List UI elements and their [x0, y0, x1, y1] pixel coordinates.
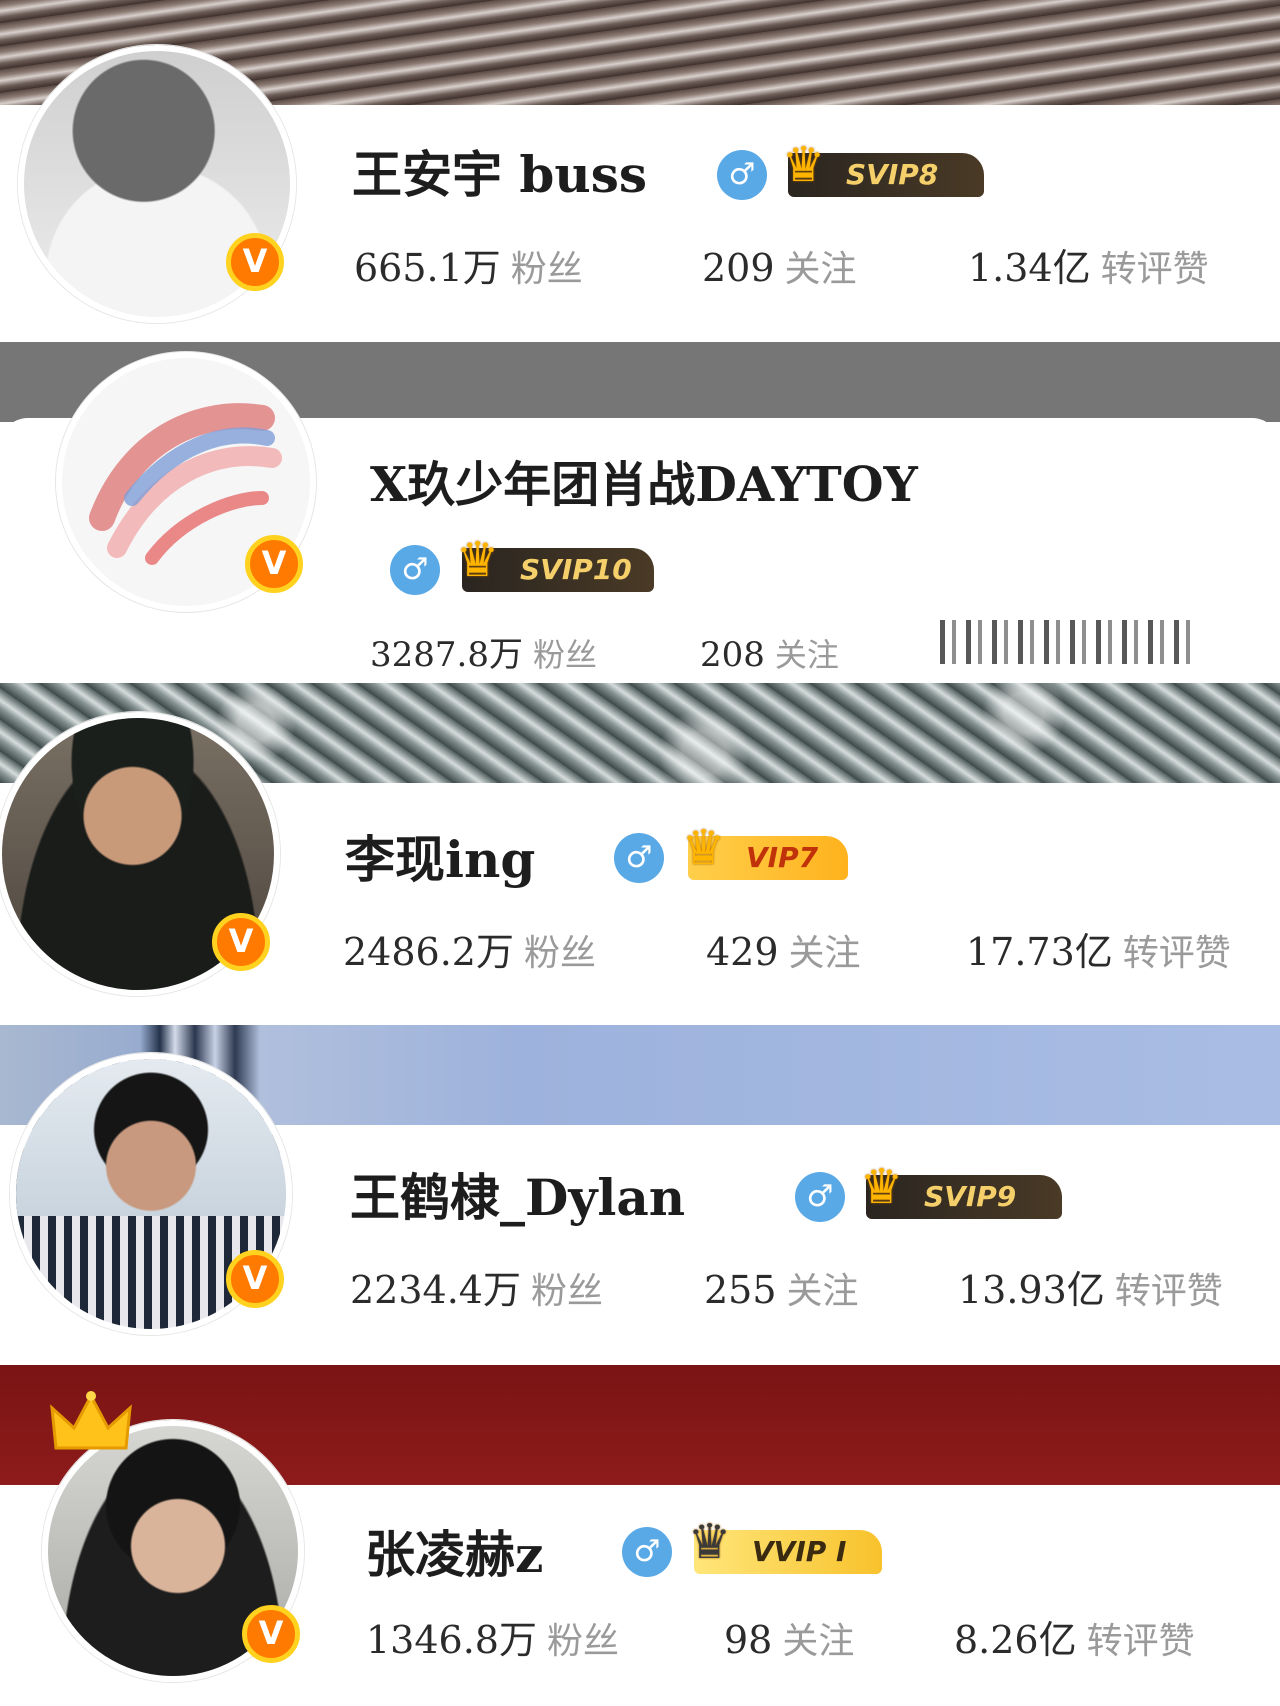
likes-count[interactable]: 13.93亿 转评赞	[958, 1268, 1223, 1320]
vip-badge[interactable]: ♛ VIP7	[682, 824, 848, 880]
male-icon: ♂	[717, 150, 767, 200]
likes-count[interactable]: 1.34亿 转评赞	[968, 246, 1209, 298]
fans-count[interactable]: 665.1万 粉丝	[354, 246, 583, 298]
vip-badge[interactable]: ♛ VVIP I	[688, 1518, 882, 1574]
following-count[interactable]: 209 关注	[702, 246, 857, 298]
profile-name[interactable]: 王鹤棣_Dylan	[350, 1168, 685, 1228]
following-count[interactable]: 98 关注	[724, 1618, 854, 1670]
verified-v-icon: V	[212, 913, 270, 971]
crown-icon: ♛	[682, 820, 726, 876]
verified-v-icon: V	[226, 1250, 284, 1308]
crown-icon: ♛	[860, 1159, 904, 1215]
profile-name[interactable]: 李现ing	[345, 830, 535, 890]
profile-name[interactable]: 张凌赫z	[365, 1525, 543, 1585]
male-icon: ♂	[795, 1172, 845, 1222]
male-icon: ♂	[390, 545, 440, 595]
fans-count[interactable]: 3287.8万 粉丝	[370, 633, 597, 683]
fans-count[interactable]: 2486.2万 粉丝	[343, 930, 596, 982]
profile-name[interactable]: X玖少年团肖战DAYTOY	[370, 455, 918, 515]
fans-count[interactable]: 2234.4万 粉丝	[350, 1268, 603, 1320]
obscured-stat	[940, 620, 1200, 664]
verified-v-icon: V	[245, 535, 303, 593]
verified-v-icon: V	[242, 1605, 300, 1663]
vip-badge[interactable]: ♛ SVIP8	[782, 141, 984, 197]
fans-count[interactable]: 1346.8万 粉丝	[366, 1618, 619, 1670]
vip-badge[interactable]: ♛ SVIP9	[860, 1163, 1062, 1219]
crown-icon: ♛	[456, 532, 500, 588]
following-count[interactable]: 429 关注	[706, 930, 861, 982]
male-icon: ♂	[614, 833, 664, 883]
crown-icon: ♛	[688, 1514, 732, 1570]
profile-name[interactable]: 王安宇 buss	[352, 145, 647, 205]
crown-icon: ♛	[782, 137, 826, 193]
following-count[interactable]: 208 关注	[700, 633, 839, 683]
crown-icon	[50, 1391, 132, 1450]
following-count[interactable]: 255 关注	[704, 1268, 859, 1320]
likes-count[interactable]: 8.26亿 转评赞	[954, 1618, 1195, 1670]
verified-v-icon: V	[226, 233, 284, 291]
male-icon: ♂	[622, 1527, 672, 1577]
vip-badge[interactable]: ♛ SVIP10	[456, 536, 654, 592]
likes-count[interactable]: 17.73亿 转评赞	[966, 930, 1231, 982]
avatar-photo	[16, 1059, 286, 1216]
